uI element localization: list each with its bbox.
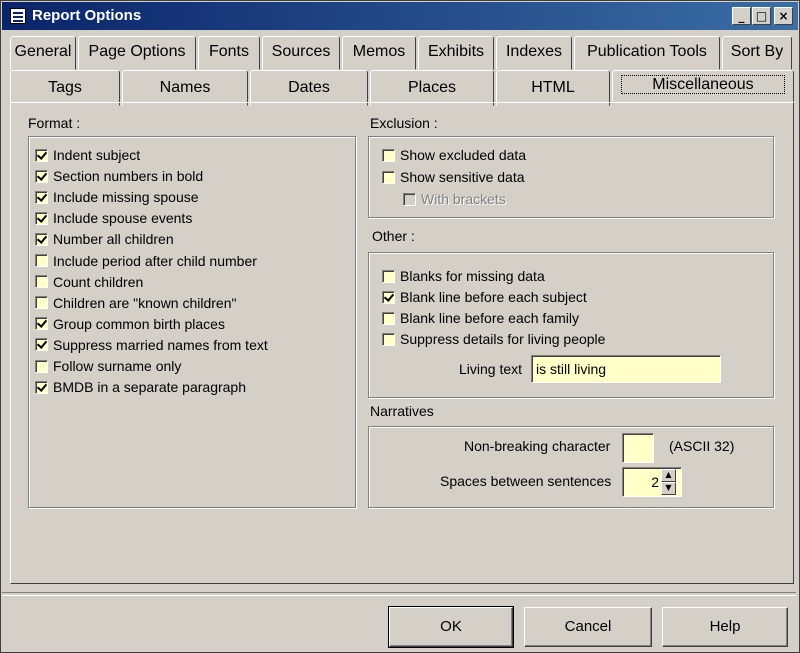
tab-tags[interactable]: Tags [10,70,120,106]
checkbox-include-missing-spouse[interactable]: Include missing spouse [35,188,199,206]
ok-button[interactable]: OK [388,606,514,648]
checkbox-checked-icon [35,190,48,204]
minimize-button[interactable]: _ [732,7,751,25]
checkbox-label: Include missing spouse [53,189,199,206]
tab-miscellaneous-label: Miscellaneous [621,75,785,94]
tab-sort-by[interactable]: Sort By [722,36,792,70]
tab-publication-tools[interactable]: Publication Tools [574,36,720,70]
checkbox-empty-icon [382,311,395,325]
tab-general[interactable]: General [10,36,76,70]
checkbox-checked-icon [35,211,48,225]
checkbox-label: Children are "known children" [53,294,237,311]
spin-down-button[interactable]: ▼ [661,482,676,495]
checkbox-label: Count children [53,273,144,290]
window-title: Report Options [32,7,142,24]
checkbox-indent-subject[interactable]: Indent subject [35,146,140,164]
tab-page-options[interactable]: Page Options [78,36,196,70]
checkbox-label: BMDB in a separate paragraph [53,379,246,396]
checkbox-show-excluded-data[interactable]: Show excluded data [382,146,526,164]
checkbox-label: Section numbers in bold [53,168,204,185]
tab-sources[interactable]: Sources [262,36,340,70]
tab-memos[interactable]: Memos [342,36,416,70]
title-bar[interactable]: Report Options _ □ × [2,2,798,30]
checkbox-number-all-children[interactable]: Number all children [35,230,174,248]
checkbox-suppress-married-names-from-text[interactable]: Suppress married names from text [35,336,268,354]
checkbox-suppress-details-for-living-people[interactable]: Suppress details for living people [382,330,605,348]
checkbox-label: Show excluded data [400,147,527,163]
ascii-note: (ASCII 32) [669,438,735,454]
nbsp-label: Non-breaking character [464,438,611,454]
checkbox-empty-icon [35,296,48,310]
help-button[interactable]: Help [662,607,788,647]
checkbox-empty-icon [382,332,395,346]
tab-miscellaneous[interactable]: Miscellaneous [612,70,794,102]
checkbox-group-common-birth-places[interactable]: Group common birth places [35,315,225,333]
checkbox-label: Blanks for missing data [400,268,545,284]
report-app-icon [10,8,26,24]
checkbox-empty-icon [382,269,395,283]
checkbox-count-children[interactable]: Count children [35,273,143,291]
exclusion-label: Exclusion : [370,115,438,131]
footer-divider [2,592,796,596]
checkbox-checked-icon [35,148,48,162]
checkbox-label: Show sensitive data [400,169,525,186]
tab-html[interactable]: HTML [496,70,610,106]
living-text-input[interactable]: is still living [531,355,721,383]
checkbox-label: Suppress married names from text [53,336,268,353]
checkbox-empty-icon [35,359,48,373]
tab-names[interactable]: Names [122,70,248,106]
checkbox-label: With brackets [421,191,506,208]
checkbox-with-brackets: With brackets [403,190,506,208]
narratives-label: Narratives [370,403,434,419]
checkbox-blank-line-before-each-family[interactable]: Blank line before each family [382,309,579,327]
checkbox-checked-icon [35,169,48,183]
other-label: Other : [372,228,415,244]
spaces-label: Spaces between sentences [440,473,612,489]
checkbox-label: Follow surname only [53,358,182,374]
checkbox-label: Blank line before each family [400,310,579,327]
checkbox-label: Indent subject [53,147,141,163]
checkbox-label: Suppress details for living people [400,331,606,348]
spin-up-button[interactable]: ▲ [661,469,676,482]
checkbox-label: Blank line before each subject [400,289,587,306]
checkbox-empty-icon [382,170,395,184]
checkbox-checked-icon [35,317,48,331]
tab-exhibits[interactable]: Exhibits [418,36,494,70]
tab-dates[interactable]: Dates [250,70,368,106]
tab-indexes[interactable]: Indexes [496,36,572,70]
close-button[interactable]: × [774,7,793,25]
checkbox-label: Include spouse events [53,210,193,227]
checkbox-label: Include period after child number [53,252,257,269]
checkbox-empty-icon [403,192,416,206]
cancel-button[interactable]: Cancel [524,607,652,647]
checkbox-empty-icon [382,148,395,162]
checkbox-checked-icon [35,338,48,352]
checkbox-empty-icon [35,254,48,267]
checkbox-checked-icon [382,290,395,304]
tab-places[interactable]: Places [370,70,494,106]
checkbox-checked-icon [35,380,48,394]
checkbox-empty-icon [35,275,48,289]
checkbox-checked-icon [35,232,48,246]
maximize-button[interactable]: □ [752,7,771,25]
checkbox-blanks-for-missing-data[interactable]: Blanks for missing data [382,267,545,285]
format-label: Format : [28,115,81,131]
checkbox-bmdb-in-a-separate-paragraph[interactable]: BMDB in a separate paragraph [35,378,246,396]
checkbox-show-sensitive-data[interactable]: Show sensitive data [382,168,525,186]
tab-fonts[interactable]: Fonts [198,36,260,70]
checkbox-label: Group common birth places [53,315,225,332]
checkbox-children-are-known-children[interactable]: Children are "known children" [35,294,236,312]
living-text-label: Living text [459,361,523,377]
checkbox-include-period-after-child-number[interactable]: Include period after child number [35,252,257,270]
checkbox-follow-surname-only[interactable]: Follow surname only [35,357,181,375]
nbsp-input[interactable] [622,433,654,463]
checkbox-section-numbers-in-bold[interactable]: Section numbers in bold [35,167,203,185]
checkbox-blank-line-before-each-subject[interactable]: Blank line before each subject [382,288,587,306]
checkbox-include-spouse-events[interactable]: Include spouse events [35,209,192,227]
checkbox-label: Number all children [53,231,174,248]
